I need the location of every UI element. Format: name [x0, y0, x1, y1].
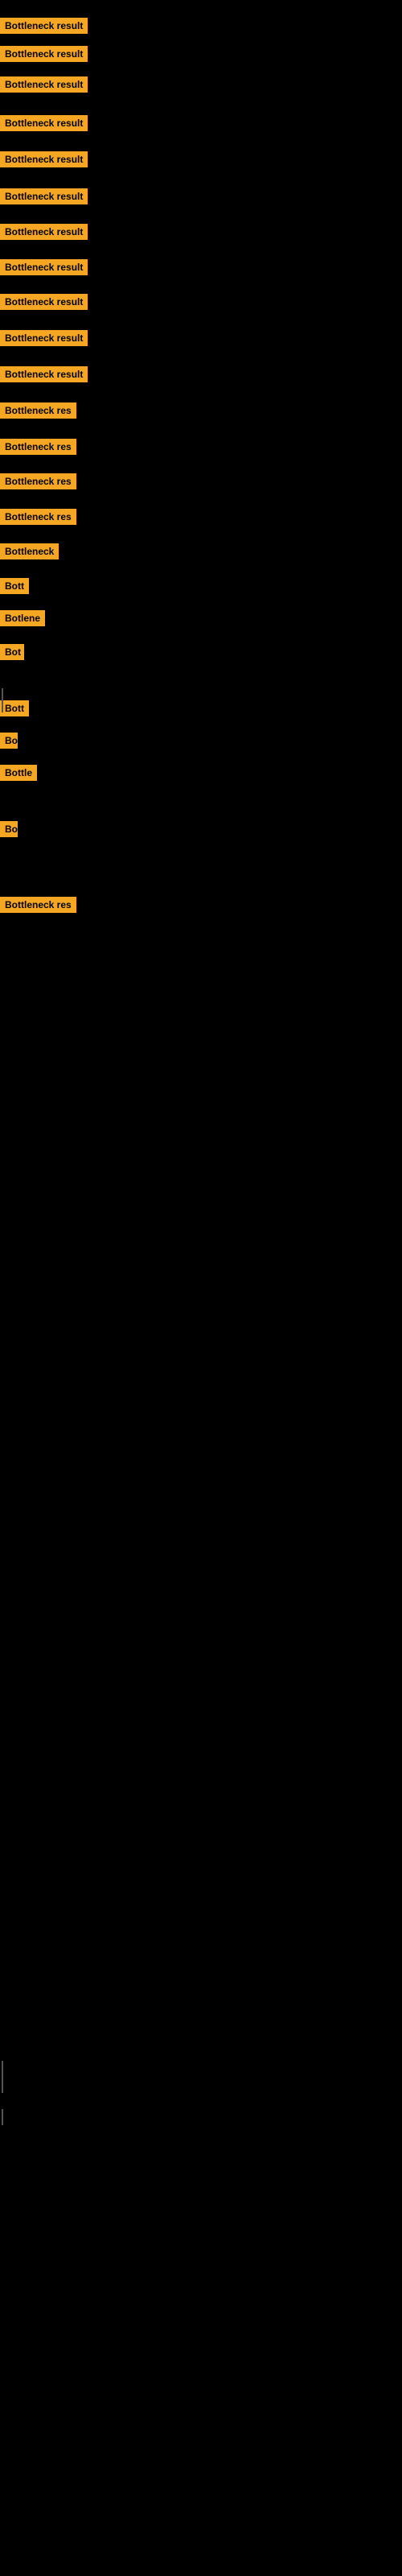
bottleneck-label-row: Botlene — [0, 610, 45, 630]
bottleneck-result-label: Bott — [0, 578, 29, 594]
bottleneck-result-label: Bottleneck res — [0, 509, 76, 525]
bottleneck-label-row: Bottleneck result — [0, 224, 88, 244]
bottleneck-label-row: Bottleneck res — [0, 897, 76, 917]
bottleneck-label-row: Bottleneck res — [0, 402, 76, 423]
bottleneck-result-label: Bottleneck result — [0, 18, 88, 34]
bottleneck-result-label: Bottleneck result — [0, 46, 88, 62]
bottleneck-label-row: Bottleneck result — [0, 46, 88, 66]
bottleneck-result-label: Bottle — [0, 765, 37, 781]
bottleneck-result-label: Bottleneck result — [0, 330, 88, 346]
bottleneck-label-row: Bottleneck result — [0, 294, 88, 314]
bottleneck-label-row: Bottle — [0, 765, 37, 785]
vertical-line — [2, 688, 3, 712]
bottleneck-result-label: Bottleneck result — [0, 259, 88, 275]
bottleneck-label-row: Bot — [0, 644, 24, 664]
bottleneck-label-row: Bo — [0, 821, 18, 841]
bottleneck-label-row: Bottleneck result — [0, 259, 88, 279]
bottleneck-result-label: Bottleneck res — [0, 402, 76, 419]
bottleneck-label-row: Bottleneck result — [0, 76, 88, 97]
vertical-line — [2, 2109, 3, 2125]
vertical-line — [2, 2061, 3, 2093]
bottleneck-result-label: Bo — [0, 733, 18, 749]
bottleneck-result-label: Bottleneck res — [0, 897, 76, 913]
bottleneck-label-row: Bottleneck — [0, 543, 59, 564]
bottleneck-label-row: Bottleneck res — [0, 439, 76, 459]
bottleneck-result-label: Bottleneck res — [0, 439, 76, 455]
bottleneck-label-row: Bottleneck result — [0, 366, 88, 386]
bottleneck-label-row: Bott — [0, 578, 29, 598]
bottleneck-label-row: Bottleneck result — [0, 151, 88, 171]
bottleneck-label-row: Bottleneck result — [0, 330, 88, 350]
bottleneck-label-row: Bottleneck res — [0, 509, 76, 529]
bottleneck-label-row: Bo — [0, 733, 18, 753]
bottleneck-result-label: Bottleneck result — [0, 76, 88, 93]
bottleneck-label-row: Bottleneck result — [0, 115, 88, 135]
bottleneck-result-label: Bo — [0, 821, 18, 837]
bottleneck-label-row: Bott — [0, 700, 29, 720]
bottleneck-result-label: Bot — [0, 644, 24, 660]
bottleneck-result-label: Bottleneck result — [0, 188, 88, 204]
bottleneck-result-label: Bottleneck — [0, 543, 59, 559]
bottleneck-result-label: Bottleneck result — [0, 115, 88, 131]
bottleneck-result-label: Bottleneck res — [0, 473, 76, 489]
bottleneck-result-label: Bottleneck result — [0, 224, 88, 240]
bottleneck-result-label: Bott — [0, 700, 29, 716]
bottleneck-label-row: Bottleneck result — [0, 188, 88, 208]
bottleneck-label-row: Bottleneck result — [0, 18, 88, 38]
bottleneck-label-row: Bottleneck res — [0, 473, 76, 493]
bottleneck-result-label: Bottleneck result — [0, 294, 88, 310]
bottleneck-result-label: Bottleneck result — [0, 151, 88, 167]
bottleneck-result-label: Bottleneck result — [0, 366, 88, 382]
site-title — [0, 0, 402, 10]
bottleneck-result-label: Botlene — [0, 610, 45, 626]
